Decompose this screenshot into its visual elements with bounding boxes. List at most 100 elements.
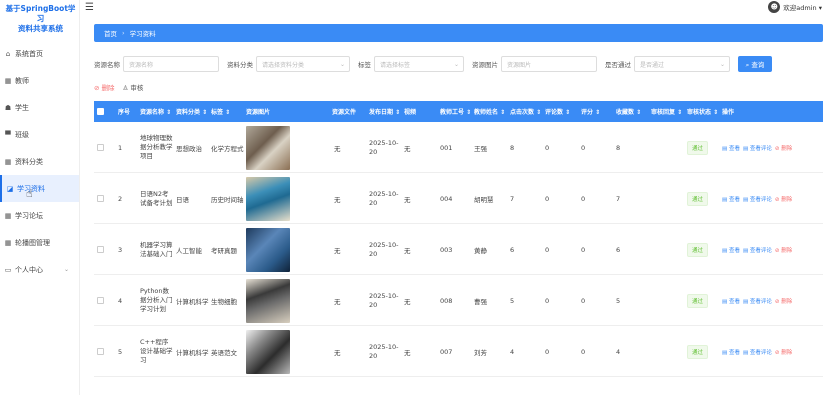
search-bar: 资源名称 资源名称 资料分类 请选择资料分类 ⌄ 标签 请选择标签 ⌄ 资源图片 资… <box>94 55 823 73</box>
row-picture-cell <box>246 326 290 377</box>
view-button[interactable]: ▤ 查看 <box>722 348 740 356</box>
row-checkbox-cell[interactable] <box>97 326 104 377</box>
tag-placeholder: 请选择标签 <box>380 61 411 69</box>
row-op-group: ▤ 查看 ▤ 查看评论 ⊘ 删除 <box>722 195 792 203</box>
category-select[interactable]: 请选择资料分类 ⌄ <box>256 56 350 72</box>
sidebar-menu: ⌂ 系统首页 ▦ 教师 ☗ 学生 ▀ 班级 ▦ 资料分类 ◪ 学习资料 ▦ 学习论坛 ▦ 轮播图… <box>0 40 79 283</box>
profile-icon: ▭ <box>4 265 12 274</box>
col-tag[interactable]: 标签 ⇕ <box>211 101 230 122</box>
delete-button[interactable]: ⊘ 删除 <box>775 246 792 254</box>
materials-table: 序号 资源名称 ⇕ 资料分类 ⇕ 标签 ⇕ 资源图片 资源文件 发布日期 ⇕ 视… <box>94 101 823 395</box>
col-teacher-name[interactable]: 教师姓名 ⇕ <box>474 101 505 122</box>
resource-name-input[interactable]: 资源名称 <box>123 56 219 72</box>
view-comments-button[interactable]: ▤ 查看评论 <box>743 144 772 152</box>
col-audit-reply[interactable]: 审核回复 ⇕ <box>651 101 682 122</box>
row-date: 2025-10-20 <box>369 189 399 207</box>
col-favorites[interactable]: 收藏数 ⇕ <box>616 101 641 122</box>
col-audit-status[interactable]: 审核状态 ⇕ <box>687 101 718 122</box>
col-comments[interactable]: 评论数 ⇕ <box>545 101 570 122</box>
user-menu[interactable]: ☻ 欢迎admin ▾ <box>768 1 822 13</box>
pass-select[interactable]: 是否通过 ⌄ <box>634 56 730 72</box>
resource-thumbnail[interactable] <box>246 125 290 170</box>
resource-thumbnail[interactable] <box>246 227 290 272</box>
checkbox[interactable] <box>97 144 104 151</box>
sidebar-item-profile[interactable]: ▭ 个人中心 ⌄ <box>0 256 79 283</box>
row-picture-cell <box>246 173 290 224</box>
checkbox[interactable] <box>97 348 104 355</box>
col-video: 视频 <box>404 109 417 116</box>
row-teacher-id: 003 <box>440 245 453 254</box>
chevron-down-icon: ⌄ <box>719 60 725 68</box>
view-button[interactable]: ▤ 查看 <box>722 144 740 152</box>
checkbox[interactable] <box>97 246 104 253</box>
row-video: 无 <box>404 297 411 306</box>
sidebar-item-category[interactable]: ▦ 资料分类 <box>0 148 79 175</box>
delete-button[interactable]: ⊘ 删除 <box>775 144 792 152</box>
table-row: 5 C++程序设计基础学习 计算机科学 英语范文 无 2025-10-20 无 007 刘芳 4 0… <box>94 326 823 377</box>
row-file: 无 <box>334 144 341 153</box>
row-status-cell: 通过 <box>687 275 709 326</box>
col-name[interactable]: 资源名称 ⇕ <box>140 101 171 122</box>
query-button[interactable]: ⌕ 查询 <box>738 56 772 72</box>
view-button[interactable]: ▤ 查看 <box>722 297 740 305</box>
view-comments-button[interactable]: ▤ 查看评论 <box>743 246 772 254</box>
col-category[interactable]: 资料分类 ⇕ <box>176 101 207 122</box>
delete-button[interactable]: ⊘ 删除 <box>775 348 792 356</box>
checkbox[interactable] <box>97 195 104 202</box>
sidebar-item-class[interactable]: ▀ 班级 <box>0 121 79 148</box>
row-checkbox-cell[interactable] <box>97 224 104 275</box>
row-teacher-id: 007 <box>440 347 453 356</box>
audit-button[interactable]: ♙ 审核 <box>123 82 144 92</box>
delete-button[interactable]: ⊘ 删除 <box>775 195 792 203</box>
col-date[interactable]: 发布日期 ⇕ <box>369 101 400 122</box>
view-comments-button[interactable]: ▤ 查看评论 <box>743 348 772 356</box>
sidebar-item-home[interactable]: ⌂ 系统首页 <box>0 40 79 67</box>
col-teacher-id[interactable]: 教师工号 ⇕ <box>440 101 471 122</box>
row-score: 0 <box>581 143 586 152</box>
row-status-cell: 通过 <box>687 224 709 275</box>
sidebar-item-teacher[interactable]: ▦ 教师 <box>0 67 79 94</box>
col-score[interactable]: 评分 ⇕ <box>581 101 600 122</box>
row-checkbox-cell[interactable] <box>97 173 104 224</box>
sidebar-item-forum[interactable]: ▦ 学习论坛 <box>0 202 79 229</box>
picture-input[interactable]: 资源图片 <box>501 56 597 72</box>
row-no: 3 <box>118 245 123 254</box>
row-picture-cell <box>246 275 290 326</box>
top-bar: ☰ ☻ 欢迎admin ▾ <box>80 0 830 18</box>
batch-delete-button[interactable]: ⊘ 删除 <box>94 82 115 92</box>
checkbox[interactable] <box>97 108 104 115</box>
row-operations: ▤ 查看 ▤ 查看评论 ⊘ 删除 <box>722 173 792 224</box>
resource-thumbnail[interactable] <box>246 278 290 323</box>
menu-toggle-icon[interactable]: ☰ <box>85 2 94 13</box>
col-clicks[interactable]: 点击次数 ⇕ <box>510 101 541 122</box>
row-date: 2025-10-20 <box>369 342 399 360</box>
row-score: 0 <box>581 296 586 305</box>
sidebar-item-label: 学生 <box>15 103 29 112</box>
breadcrumb-home[interactable]: 首页 <box>104 28 117 38</box>
status-badge: 通过 <box>687 140 709 155</box>
row-comments: 0 <box>545 347 550 356</box>
row-favorites: 8 <box>616 143 621 152</box>
class-icon: ▀ <box>5 130 11 139</box>
checkbox[interactable] <box>97 297 104 304</box>
row-tag: 英语范文 <box>211 348 237 357</box>
row-video: 无 <box>404 195 411 204</box>
sidebar-item-label: 资料分类 <box>15 157 43 166</box>
grid-icon: ▦ <box>4 238 12 247</box>
sidebar-item-student[interactable]: ☗ 学生 <box>0 94 79 121</box>
select-all-checkbox[interactable] <box>97 101 104 122</box>
row-category: 思想政治 <box>176 144 202 153</box>
sidebar-item-materials[interactable]: ◪ 学习资料 <box>0 175 79 202</box>
resource-thumbnail[interactable] <box>246 176 290 221</box>
delete-button[interactable]: ⊘ 删除 <box>775 297 792 305</box>
tag-select[interactable]: 请选择标签 ⌄ <box>374 56 464 72</box>
row-checkbox-cell[interactable] <box>97 275 104 326</box>
resource-thumbnail[interactable] <box>246 329 290 374</box>
view-comments-button[interactable]: ▤ 查看评论 <box>743 297 772 305</box>
view-comments-button[interactable]: ▤ 查看评论 <box>743 195 772 203</box>
view-button[interactable]: ▤ 查看 <box>722 195 740 203</box>
sidebar-item-carousel[interactable]: ▦ 轮播图管理 <box>0 229 79 256</box>
view-button[interactable]: ▤ 查看 <box>722 246 740 254</box>
row-checkbox-cell[interactable] <box>97 122 104 173</box>
row-comments: 0 <box>545 296 550 305</box>
